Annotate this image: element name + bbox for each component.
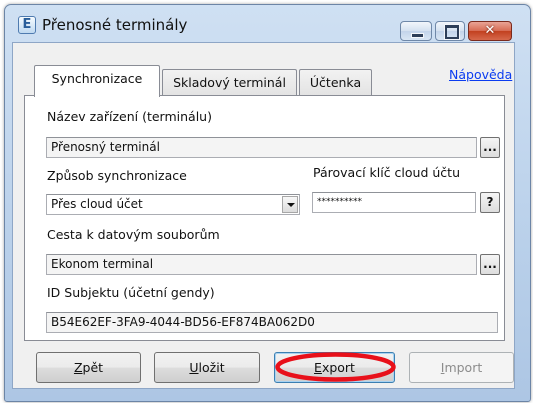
sync-method-value: Přes cloud účet (51, 197, 143, 211)
import-button: Import (409, 352, 514, 383)
minimize-button[interactable] (400, 21, 432, 41)
maximize-button[interactable] (435, 21, 465, 41)
subject-id-field[interactable]: B54E62EF-3FA9-4044-BD56-EF874BA062D0 (46, 312, 498, 333)
tab-synchronizace[interactable]: Synchronizace (34, 65, 160, 97)
minimize-icon (411, 33, 424, 38)
save-button[interactable]: Uložit (154, 352, 260, 383)
close-button[interactable]: ✕ (468, 21, 512, 41)
maximize-icon (445, 25, 459, 39)
close-icon: ✕ (484, 23, 496, 38)
title-bar[interactable]: E Přenosné terminály ✕ (5, 5, 530, 45)
tab-uctenka[interactable]: Účtenka (299, 69, 372, 97)
pairing-key-help-button[interactable]: ? (480, 192, 500, 213)
data-path-field[interactable]: Ekonom terminal (46, 254, 477, 275)
back-button[interactable]: Zpět (36, 352, 141, 383)
device-name-browse-button[interactable]: ... (480, 137, 500, 158)
export-button[interactable]: Export (274, 352, 395, 383)
help-link[interactable]: Nápověda (449, 67, 512, 82)
tab-skladovy-terminal[interactable]: Skladový terminál (162, 69, 297, 97)
sync-method-select[interactable]: Přes cloud účet (46, 194, 300, 215)
window-title: Přenosné terminály (42, 16, 188, 34)
pairing-key-field[interactable]: ********** (312, 192, 476, 213)
data-path-browse-button[interactable]: ... (480, 254, 500, 275)
device-name-field[interactable]: Přenosný terminál (46, 137, 477, 158)
dropdown-arrow-icon[interactable] (282, 196, 298, 213)
app-icon: E (18, 16, 36, 34)
tab-panel (24, 95, 505, 341)
